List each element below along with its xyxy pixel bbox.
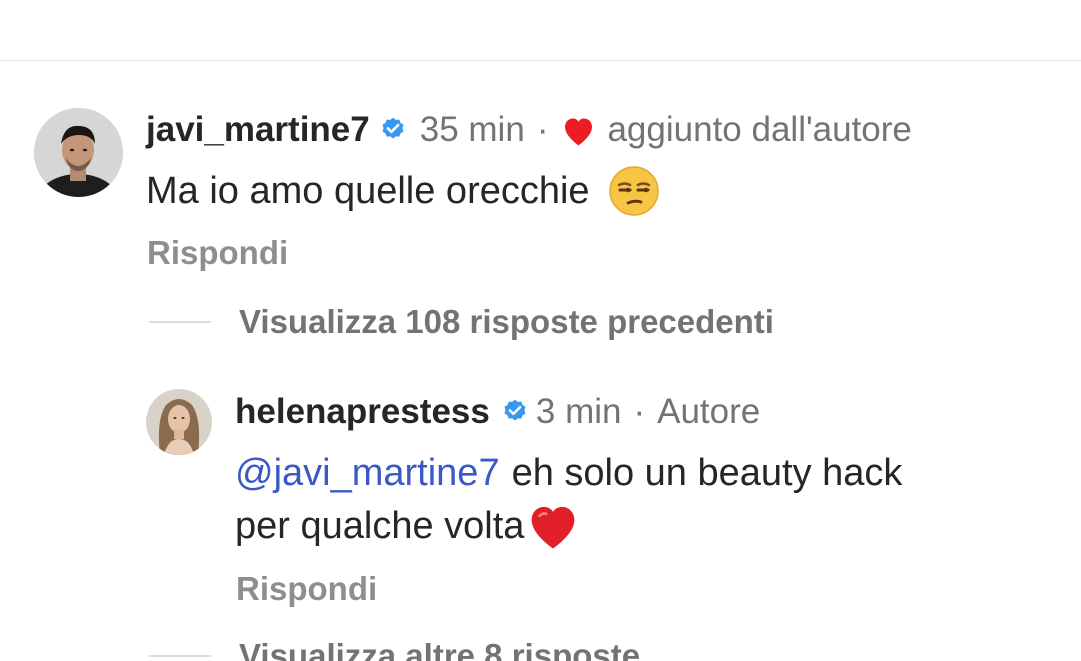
- thread-line: [149, 321, 211, 323]
- comment-text: Ma io amo quelle orecchie: [146, 165, 660, 217]
- mention-link[interactable]: @javi_martine7: [235, 452, 500, 495]
- comment-time: 35 min: [419, 110, 525, 149]
- comments-thread: javi_martine7 35 min · aggiunto dall'aut…: [0, 0, 1081, 661]
- reply-text-content-2: per qualche volta: [235, 504, 525, 547]
- verified-badge-icon: [379, 116, 407, 144]
- reply-time: 3 min: [535, 392, 622, 431]
- separator-dot: ·: [536, 110, 549, 149]
- heart-icon: [560, 114, 597, 147]
- username[interactable]: javi_martine7: [146, 110, 370, 150]
- reply-text-content-1: eh solo un beauty hack: [511, 451, 903, 494]
- thread-line: [149, 655, 211, 657]
- avatar[interactable]: [34, 108, 123, 197]
- top-divider: [0, 60, 1081, 61]
- view-previous-replies-button[interactable]: Visualizza 108 risposte precedenti: [149, 302, 774, 342]
- author-badge: Autore: [657, 392, 761, 431]
- liked-by-author-label: aggiunto dall'autore: [607, 110, 912, 149]
- avatar-photo: [146, 389, 212, 455]
- reply-text-line-2: per qualche volta: [235, 501, 580, 551]
- avatar-photo: [34, 108, 123, 197]
- view-previous-replies-label: Visualizza 108 risposte precedenti: [239, 303, 774, 340]
- red-heart-icon: [526, 501, 580, 551]
- reply-header: helenaprestess 3 min · Autore: [235, 392, 760, 432]
- unamused-face-icon: [608, 165, 660, 217]
- separator-dot: ·: [633, 392, 646, 431]
- comment-header: javi_martine7 35 min · aggiunto dall'aut…: [146, 110, 912, 150]
- reply-button[interactable]: Rispondi: [147, 234, 288, 272]
- view-more-replies-button[interactable]: Visualizza altre 8 risposte: [149, 636, 640, 661]
- username[interactable]: helenaprestess: [235, 392, 490, 432]
- reply-button[interactable]: Rispondi: [236, 570, 377, 608]
- view-more-replies-label: Visualizza altre 8 risposte: [239, 637, 641, 661]
- comment-text-content: Ma io amo quelle orecchie: [146, 169, 590, 212]
- reply-text-line-1: @javi_martine7 eh solo un beauty hack: [235, 449, 902, 497]
- verified-badge-icon: [501, 398, 529, 426]
- avatar[interactable]: [146, 389, 212, 455]
